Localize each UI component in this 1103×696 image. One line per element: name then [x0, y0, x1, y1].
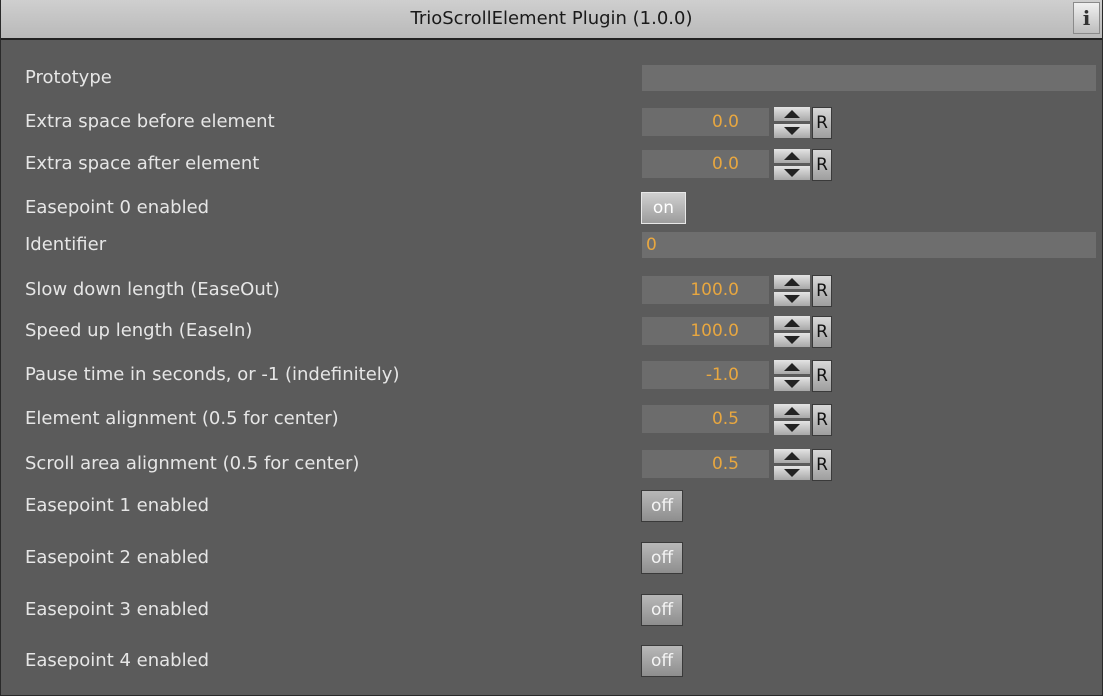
- arrow-down-icon[interactable]: [773, 123, 811, 139]
- space-after-input[interactable]: 0.0: [642, 150, 769, 178]
- speed-up-input[interactable]: 100.0: [642, 317, 769, 345]
- prototype-label: Prototype: [25, 67, 112, 88]
- row-scroll-alignment: Scroll area alignment (0.5 for center) 0…: [1, 446, 1102, 482]
- element-alignment-label: Element alignment (0.5 for center): [25, 408, 339, 429]
- arrow-up-icon[interactable]: [773, 274, 811, 290]
- row-easepoint4: Easepoint 4 enabled off: [1, 643, 1102, 679]
- row-slow-down: Slow down length (EaseOut) 100.0 R: [1, 272, 1102, 308]
- row-speed-up: Speed up length (EaseIn) 100.0 R: [1, 313, 1102, 349]
- arrow-up-icon[interactable]: [773, 106, 811, 122]
- easepoint1-toggle[interactable]: off: [641, 490, 683, 522]
- space-before-label: Extra space before element: [25, 111, 275, 132]
- scroll-alignment-label: Scroll area alignment (0.5 for center): [25, 453, 360, 474]
- plugin-panel: TrioScrollElement Plugin (1.0.0) i Proto…: [0, 0, 1103, 696]
- space-before-input[interactable]: 0.0: [642, 108, 769, 136]
- arrow-up-icon[interactable]: [773, 359, 811, 375]
- row-identifier: Identifier 0: [1, 227, 1102, 263]
- arrow-up-icon[interactable]: [773, 403, 811, 419]
- arrow-up-icon[interactable]: [773, 148, 811, 164]
- identifier-label: Identifier: [25, 234, 107, 255]
- easepoint3-label: Easepoint 3 enabled: [25, 599, 210, 620]
- arrow-up-icon[interactable]: [773, 448, 811, 464]
- row-element-alignment: Element alignment (0.5 for center) 0.5 R: [1, 401, 1102, 437]
- prototype-field[interactable]: [642, 65, 1096, 91]
- slow-down-reset-button[interactable]: R: [812, 275, 832, 307]
- easepoint3-toggle[interactable]: off: [641, 594, 683, 626]
- space-after-spinner[interactable]: [773, 148, 811, 182]
- easepoint4-toggle[interactable]: off: [641, 645, 683, 677]
- row-pause-time: Pause time in seconds, or -1 (indefinite…: [1, 357, 1102, 393]
- element-alignment-spinner[interactable]: [773, 403, 811, 437]
- slow-down-label: Slow down length (EaseOut): [25, 279, 280, 300]
- row-easepoint3: Easepoint 3 enabled off: [1, 592, 1102, 628]
- arrow-down-icon[interactable]: [773, 420, 811, 436]
- element-alignment-reset-button[interactable]: R: [812, 404, 832, 436]
- row-space-before: Extra space before element 0.0 R: [1, 104, 1102, 140]
- scroll-alignment-reset-button[interactable]: R: [812, 449, 832, 481]
- easepoint0-toggle[interactable]: on: [641, 192, 686, 224]
- row-space-after: Extra space after element 0.0 R: [1, 146, 1102, 182]
- speed-up-label: Speed up length (EaseIn): [25, 320, 253, 341]
- space-before-reset-button[interactable]: R: [812, 107, 832, 139]
- space-before-spinner[interactable]: [773, 106, 811, 140]
- arrow-down-icon[interactable]: [773, 376, 811, 392]
- space-after-label: Extra space after element: [25, 153, 260, 174]
- pause-time-reset-button[interactable]: R: [812, 360, 832, 392]
- plugin-title: TrioScrollElement Plugin (1.0.0): [410, 8, 693, 29]
- row-prototype: Prototype: [1, 60, 1102, 96]
- row-easepoint0: Easepoint 0 enabled on: [1, 190, 1102, 226]
- easepoint1-label: Easepoint 1 enabled: [25, 495, 210, 516]
- arrow-down-icon[interactable]: [773, 465, 811, 481]
- row-easepoint2: Easepoint 2 enabled off: [1, 540, 1102, 576]
- scroll-alignment-input[interactable]: 0.5: [642, 450, 769, 478]
- speed-up-reset-button[interactable]: R: [812, 316, 832, 348]
- row-easepoint1: Easepoint 1 enabled off: [1, 488, 1102, 524]
- element-alignment-input[interactable]: 0.5: [642, 405, 769, 433]
- pause-time-spinner[interactable]: [773, 359, 811, 393]
- slow-down-input[interactable]: 100.0: [642, 276, 769, 304]
- easepoint0-label: Easepoint 0 enabled: [25, 197, 210, 218]
- arrow-down-icon[interactable]: [773, 165, 811, 181]
- slow-down-spinner[interactable]: [773, 274, 811, 308]
- easepoint2-label: Easepoint 2 enabled: [25, 547, 210, 568]
- info-icon[interactable]: i: [1073, 2, 1100, 34]
- identifier-field[interactable]: 0: [642, 232, 1096, 258]
- arrow-down-icon[interactable]: [773, 332, 811, 348]
- space-after-reset-button[interactable]: R: [812, 149, 832, 181]
- easepoint2-toggle[interactable]: off: [641, 542, 683, 574]
- plugin-title-bar: TrioScrollElement Plugin (1.0.0) i: [1, 0, 1102, 40]
- scroll-alignment-spinner[interactable]: [773, 448, 811, 482]
- arrow-up-icon[interactable]: [773, 315, 811, 331]
- speed-up-spinner[interactable]: [773, 315, 811, 349]
- pause-time-input[interactable]: -1.0: [642, 361, 769, 389]
- arrow-down-icon[interactable]: [773, 291, 811, 307]
- easepoint4-label: Easepoint 4 enabled: [25, 650, 210, 671]
- pause-time-label: Pause time in seconds, or -1 (indefinite…: [25, 364, 400, 385]
